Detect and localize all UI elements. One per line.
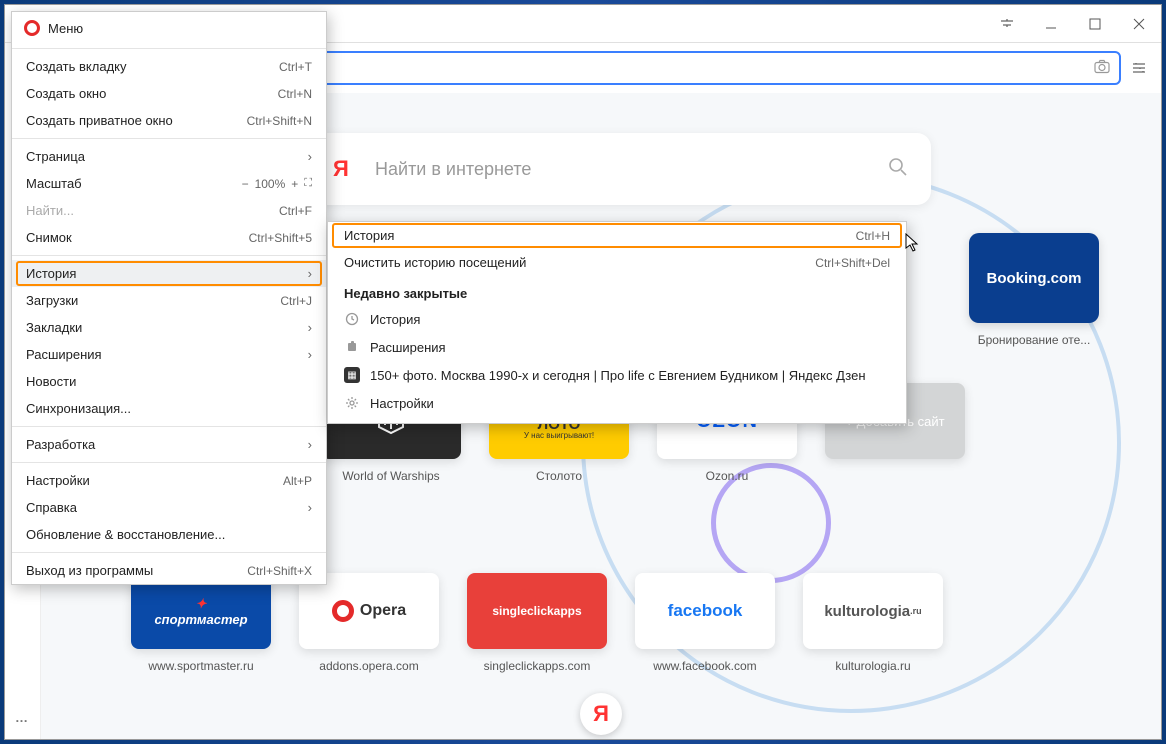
- search-card[interactable]: Я Найти в интернете: [311, 133, 931, 205]
- tile-label: singleclickapps.com: [484, 659, 591, 673]
- close-button[interactable]: [1117, 5, 1161, 42]
- tile-label: www.facebook.com: [653, 659, 756, 673]
- submenu-recent-heading: Недавно закрытые: [328, 276, 906, 305]
- booking-tile[interactable]: Booking.com Бронирование оте...: [959, 233, 1109, 347]
- search-placeholder: Найти в интернете: [375, 159, 531, 180]
- submenu-recent-extensions[interactable]: Расширения: [328, 333, 906, 361]
- booking-logo: Booking.com: [986, 270, 1081, 287]
- menu-header: Меню: [12, 12, 326, 44]
- tile-label: addons.opera.com: [319, 659, 418, 673]
- fullscreen-icon[interactable]: ⛶: [304, 177, 312, 190]
- window-controls: [1029, 5, 1161, 42]
- chevron-right-icon: ›: [308, 266, 312, 281]
- easy-setup-button[interactable]: [985, 5, 1029, 42]
- extension-icon: [344, 339, 360, 355]
- menu-new-tab[interactable]: Создать вкладку Ctrl+T: [12, 53, 326, 80]
- tile-kulturologia[interactable]: kulturologia.ru kulturologia.ru: [803, 573, 943, 673]
- booking-label: Бронирование оте...: [978, 333, 1091, 347]
- menu-bookmarks[interactable]: Закладки ›: [12, 314, 326, 341]
- menu-develop[interactable]: Разработка ›: [12, 431, 326, 458]
- submenu-recent-history[interactable]: История: [328, 305, 906, 333]
- highlight-annotation: [332, 223, 902, 248]
- submenu-recent-settings[interactable]: Настройки: [328, 389, 906, 417]
- submenu-history[interactable]: История Ctrl+H: [328, 222, 906, 249]
- yandex-logo: Я: [333, 156, 359, 182]
- menu-help[interactable]: Справка ›: [12, 494, 326, 521]
- tiles-row-2: ✦спортмастер www.sportmaster.ru Opera ad…: [131, 573, 943, 673]
- filter-icon[interactable]: [1129, 60, 1149, 76]
- menu-news[interactable]: Новости: [12, 368, 326, 395]
- tile-label: Ozon.ru: [706, 469, 749, 483]
- menu-title: Меню: [48, 21, 83, 36]
- menu-zoom[interactable]: Масштаб − 100% + ⛶: [12, 170, 326, 197]
- zoom-value: 100%: [255, 177, 286, 191]
- tile-label: www.sportmaster.ru: [148, 659, 253, 673]
- menu-new-private[interactable]: Создать приватное окно Ctrl+Shift+N: [12, 107, 326, 134]
- browser-window: … Я Найти в интернете Booking.com Бронир…: [4, 4, 1162, 740]
- zoom-in-icon[interactable]: +: [291, 177, 298, 191]
- minimize-button[interactable]: [1029, 5, 1073, 42]
- yandex-badge[interactable]: Я: [580, 693, 622, 735]
- search-icon[interactable]: [887, 156, 909, 183]
- tile-label: [893, 469, 896, 483]
- more-icon[interactable]: …: [15, 710, 30, 739]
- submenu-recent-photos[interactable]: ▦ 150+ фото. Москва 1990-х и сегодня | П…: [328, 361, 906, 389]
- page-icon: ▦: [344, 367, 360, 383]
- chevron-right-icon: ›: [308, 149, 312, 164]
- maximize-button[interactable]: [1073, 5, 1117, 42]
- menu-extensions[interactable]: Расширения ›: [12, 341, 326, 368]
- tile-sportmaster[interactable]: ✦спортмастер www.sportmaster.ru: [131, 573, 271, 673]
- clock-icon: [344, 311, 360, 327]
- menu-sync[interactable]: Синхронизация...: [12, 395, 326, 422]
- opera-logo-icon: [24, 20, 40, 36]
- tile-singleclick[interactable]: singleclickapps singleclickapps.com: [467, 573, 607, 673]
- tile-opera[interactable]: Opera addons.opera.com: [299, 573, 439, 673]
- history-submenu: История Ctrl+H Очистить историю посещени…: [327, 221, 907, 424]
- chevron-right-icon: ›: [308, 437, 312, 452]
- booking-card: Booking.com: [969, 233, 1099, 323]
- tile-label: kulturologia.ru: [835, 659, 910, 673]
- chevron-right-icon: ›: [308, 320, 312, 335]
- camera-icon[interactable]: [1093, 58, 1111, 79]
- tile-facebook[interactable]: facebook www.facebook.com: [635, 573, 775, 673]
- tile-label: Столото: [536, 469, 582, 483]
- main-menu: Меню Создать вкладку Ctrl+T Создать окно…: [11, 11, 327, 585]
- chevron-right-icon: ›: [308, 500, 312, 515]
- tile-label: World of Warships: [342, 469, 439, 483]
- menu-exit[interactable]: Выход из программы Ctrl+Shift+X: [12, 557, 326, 584]
- menu-update[interactable]: Обновление & восстановление...: [12, 521, 326, 548]
- menu-new-window[interactable]: Создать окно Ctrl+N: [12, 80, 326, 107]
- menu-settings[interactable]: Настройки Alt+P: [12, 467, 326, 494]
- gear-icon: [344, 395, 360, 411]
- menu-downloads[interactable]: Загрузки Ctrl+J: [12, 287, 326, 314]
- menu-page[interactable]: Страница ›: [12, 143, 326, 170]
- menu-snapshot[interactable]: Снимок Ctrl+Shift+5: [12, 224, 326, 251]
- submenu-clear[interactable]: Очистить историю посещений Ctrl+Shift+De…: [328, 249, 906, 276]
- menu-find: Найти... Ctrl+F: [12, 197, 326, 224]
- chevron-right-icon: ›: [308, 347, 312, 362]
- zoom-out-icon[interactable]: −: [242, 177, 249, 191]
- menu-history[interactable]: История ›: [12, 260, 326, 287]
